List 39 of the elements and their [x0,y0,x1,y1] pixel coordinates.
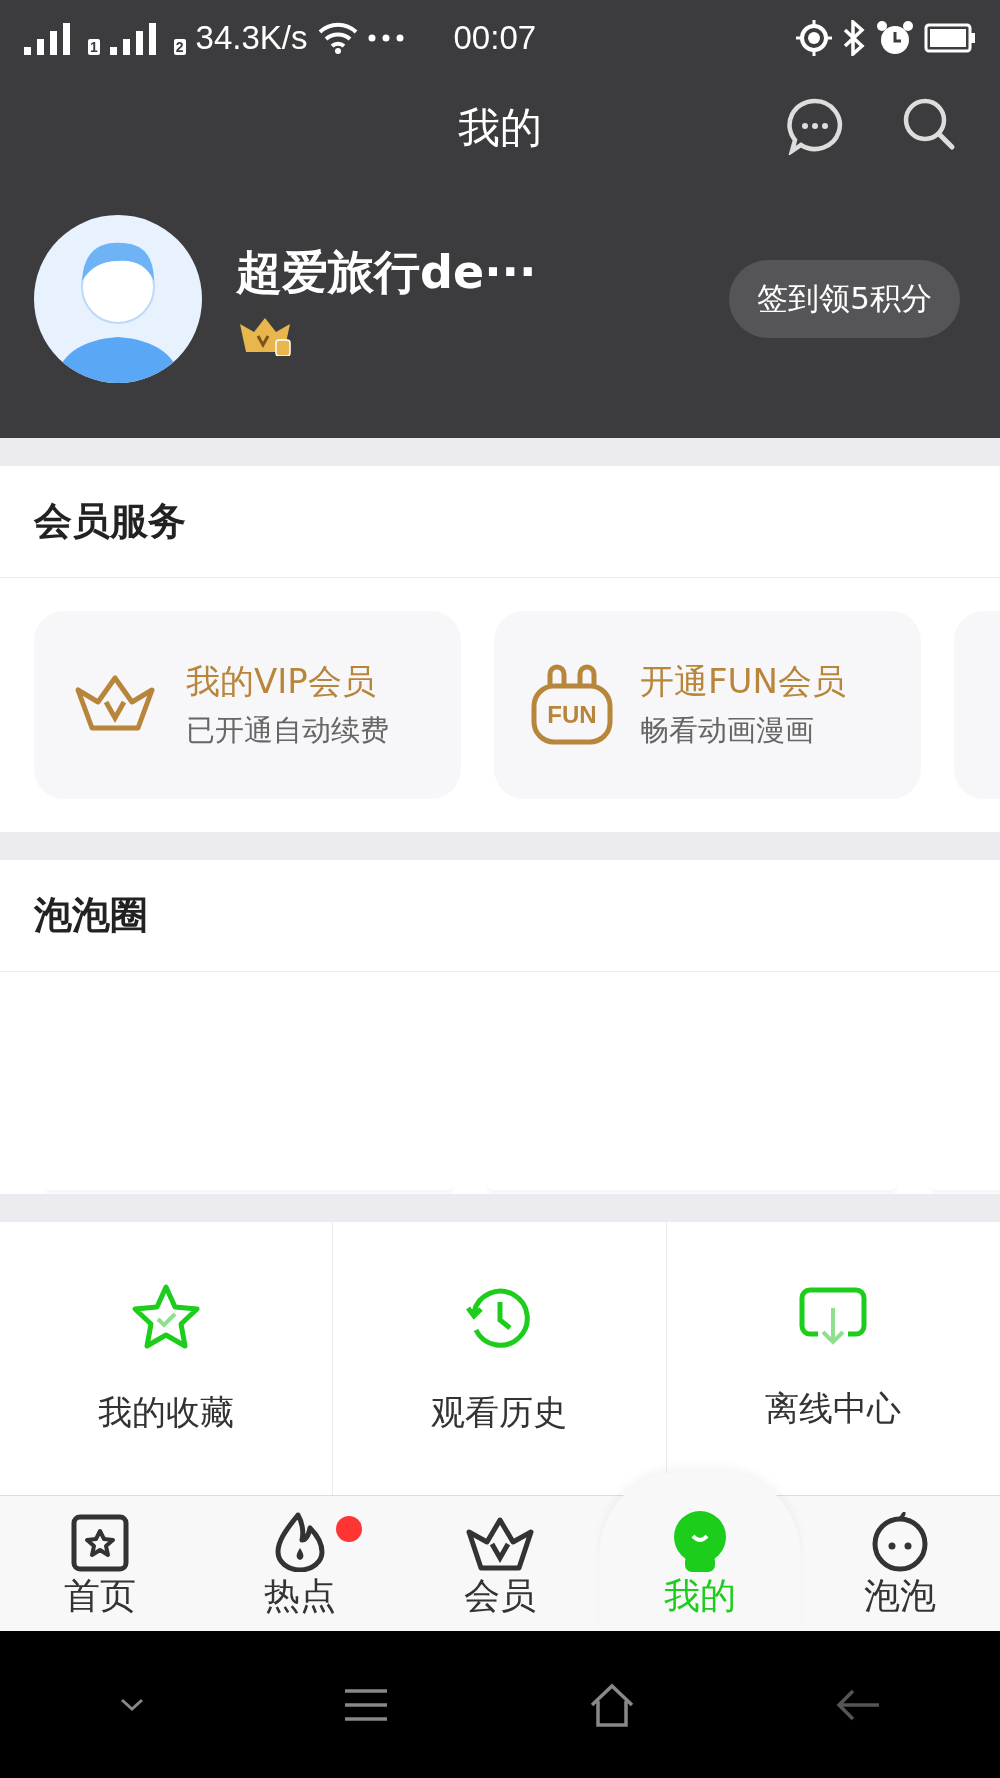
flame-icon [274,1512,326,1572]
sim-label: 1 [88,39,100,55]
membership-card[interactable]: FUN 开通FUN会员 畅看动画漫画 [494,611,921,799]
section-title: 会员服务 [34,498,186,545]
chat-icon[interactable] [786,97,844,155]
bubble-face-icon [871,1512,929,1572]
card-subtitle: 已开通自动续费 [186,712,389,749]
more-icon [367,33,404,42]
nav-tab[interactable]: 会员 [400,1496,600,1631]
membership-card[interactable]: 我的VIP会员 已开通自动续费 [34,611,461,799]
page-title: 我的 [458,101,542,154]
mascot-icon [671,1510,729,1572]
section-title: 泡泡圈 [34,892,148,939]
nav-tab[interactable]: 泡泡 [800,1496,1000,1631]
card-subtitle: 畅看动画漫画 [640,712,815,749]
card-title: 我的VIP会员 [186,660,377,703]
shortcut-label: 观看历史 [431,1390,568,1434]
network-speed: 34.3K/s [195,18,308,57]
shortcut-label: 离线中心 [765,1386,902,1430]
clock-time: 00:07 [453,18,537,57]
nav-tab[interactable]: 首页 [0,1496,200,1631]
menu-icon[interactable] [342,1687,389,1722]
home-icon [71,1514,129,1572]
search-icon[interactable] [902,97,956,151]
battery-icon [924,22,976,53]
shortcut-label: 我的收藏 [98,1390,235,1434]
bluetooth-icon [842,19,866,56]
location-icon [796,19,832,56]
user-name: 超爱旅行de··· [236,244,538,301]
sim-label: 2 [173,39,186,55]
checkin-button[interactable]: 签到领5积分 [729,260,960,338]
card-title: 开通FUN会员 [640,660,846,703]
chevron-down-icon[interactable] [119,1697,144,1712]
alarm-icon [876,19,914,56]
nav-tab[interactable]: 热点 [200,1496,400,1631]
wifi-icon [317,21,358,54]
crown-icon [465,1514,535,1572]
star-icon [131,1281,202,1352]
back-icon[interactable] [834,1687,881,1722]
